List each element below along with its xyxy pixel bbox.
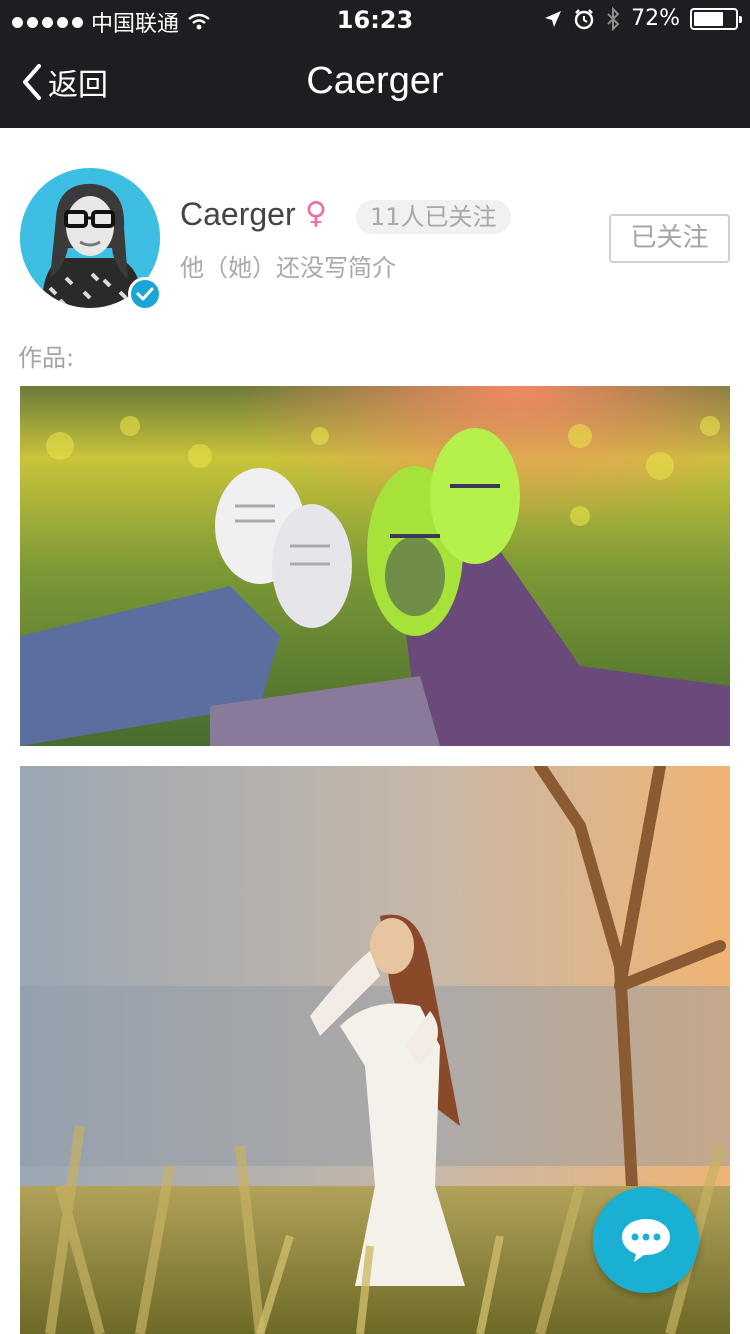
works-label: 作品: [18,344,75,372]
top-bar: 中国联通 16:23 72% 返回 Caerger [0,0,750,128]
alarm-icon [574,8,594,29]
profile-name: Caerger [180,196,296,232]
status-bar: 中国联通 16:23 72% [0,0,750,40]
nav-bar: 返回 Caerger [0,40,750,128]
sneakers-image [20,386,730,746]
followers-badge: 11人已关注 [356,200,511,234]
page-title: Caerger [306,60,444,102]
check-icon [136,287,154,301]
chat-bubble-icon [622,1219,670,1262]
verified-badge [128,277,162,311]
battery-percent: 72% [631,6,680,31]
status-right: 72% [543,6,742,31]
chat-button[interactable] [593,1187,699,1293]
profile-bio: 他（她）还没写简介 [180,254,396,282]
location-icon [545,10,562,27]
follow-button[interactable]: 已关注 [609,214,730,263]
work-photo-sneakers[interactable] [20,386,730,746]
battery-icon [690,7,742,30]
female-icon: ♀ [305,196,327,231]
bluetooth-icon [607,6,620,31]
battery-fill [694,11,723,26]
